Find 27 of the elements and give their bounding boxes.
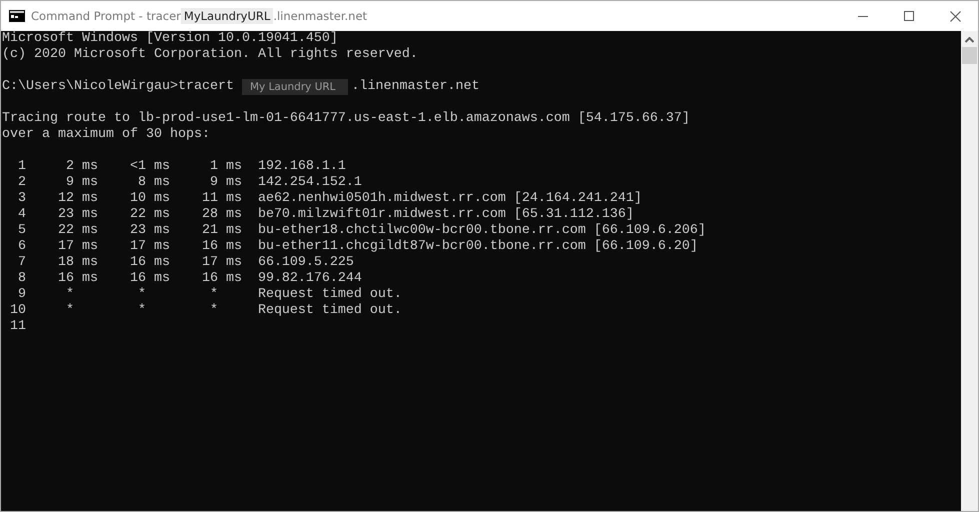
hop-line: 2 9 ms 8 ms 9 ms 142.254.152.1	[16, 175, 363, 191]
scroll-up-icon[interactable]	[965, 37, 974, 43]
command-suffix-text: .linenmaster.net	[352, 79, 480, 95]
vertical-scrollbar[interactable]	[961, 31, 978, 511]
hop-line: 9 * * * Request timed out.	[16, 287, 403, 303]
title-redaction-label: MyLaundryURL	[180, 8, 274, 24]
command-prompt-text: C:\Users\NicoleWirgau>tracert	[2, 79, 234, 95]
hop-line: 5 22 ms 23 ms 21 ms bu-ether18.chctilwc00w-bcr00.tbone.rr.com [66.109.6.206]	[16, 223, 707, 239]
maximize-icon	[904, 10, 914, 22]
command-redaction-label: My Laundry URL	[242, 79, 348, 95]
console-line: (c) 2020 Microsoft Corporation. All rights reserved.	[2, 47, 419, 63]
hop-line: 10 * * * Request timed out.	[8, 303, 403, 319]
hop-line: 3 12 ms 10 ms 11 ms ae62.nenhwi0501h.midwest.rr.com [24.164.241.241]	[16, 191, 643, 207]
hop-line: 8 16 ms 16 ms 16 ms 99.82.176.244	[16, 271, 363, 287]
window-title: Command Prompt - tracer	[31, 9, 181, 23]
hop-line: 7 18 ms 16 ms 17 ms 66.109.5.225	[16, 255, 355, 271]
console-line: Microsoft Windows [Version 10.0.19041.450]	[2, 31, 339, 47]
window-title-suffix: .linenmaster.net	[273, 9, 368, 23]
hop-line: 1 2 ms <1 ms 1 ms 192.168.1.1	[16, 159, 347, 175]
console-app-icon	[9, 10, 25, 22]
hop-line: 11	[8, 319, 27, 335]
scrollbar-thumb[interactable]	[962, 47, 977, 64]
console-line: Tracing route to lb-prod-use1-lm-01-6641777.us-east-1.elb.amazonaws.com [54.175.66.37]	[2, 111, 691, 127]
hop-line: 4 23 ms 22 ms 28 ms be70.milzwift01r.midwest.rr.com [65.31.112.136]	[16, 207, 635, 223]
console-line: over a maximum of 30 hops:	[2, 127, 211, 143]
hop-line: 6 17 ms 17 ms 16 ms bu-ether11.chcgildt87w-bcr00.tbone.rr.com [66.109.6.20]	[16, 239, 699, 255]
close-icon	[950, 10, 960, 22]
